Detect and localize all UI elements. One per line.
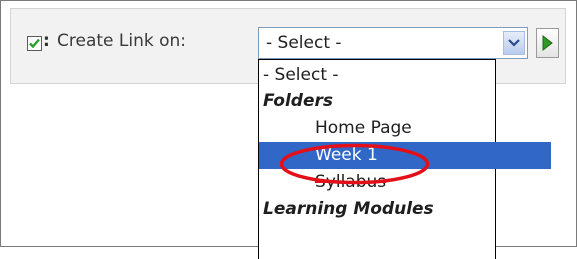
optgroup-folders: Folders <box>263 91 334 111</box>
select-current-value: - Select - <box>266 33 342 53</box>
go-button[interactable] <box>536 28 559 58</box>
select-arrow-button[interactable] <box>503 31 525 55</box>
annotation-ellipse <box>279 143 430 185</box>
play-arrow-icon <box>542 34 553 52</box>
create-link-label: Create Link on: <box>57 31 187 51</box>
checkbox-checked-icon[interactable] <box>27 36 42 51</box>
create-link-select[interactable]: - Select - <box>258 27 528 59</box>
option-select-placeholder[interactable]: - Select - <box>259 62 499 89</box>
checkbox-colon: : <box>43 31 50 51</box>
chevron-down-icon <box>508 39 520 47</box>
option-home-page[interactable]: Home Page <box>259 115 551 142</box>
optgroup-learning-modules: Learning Modules <box>263 199 434 219</box>
